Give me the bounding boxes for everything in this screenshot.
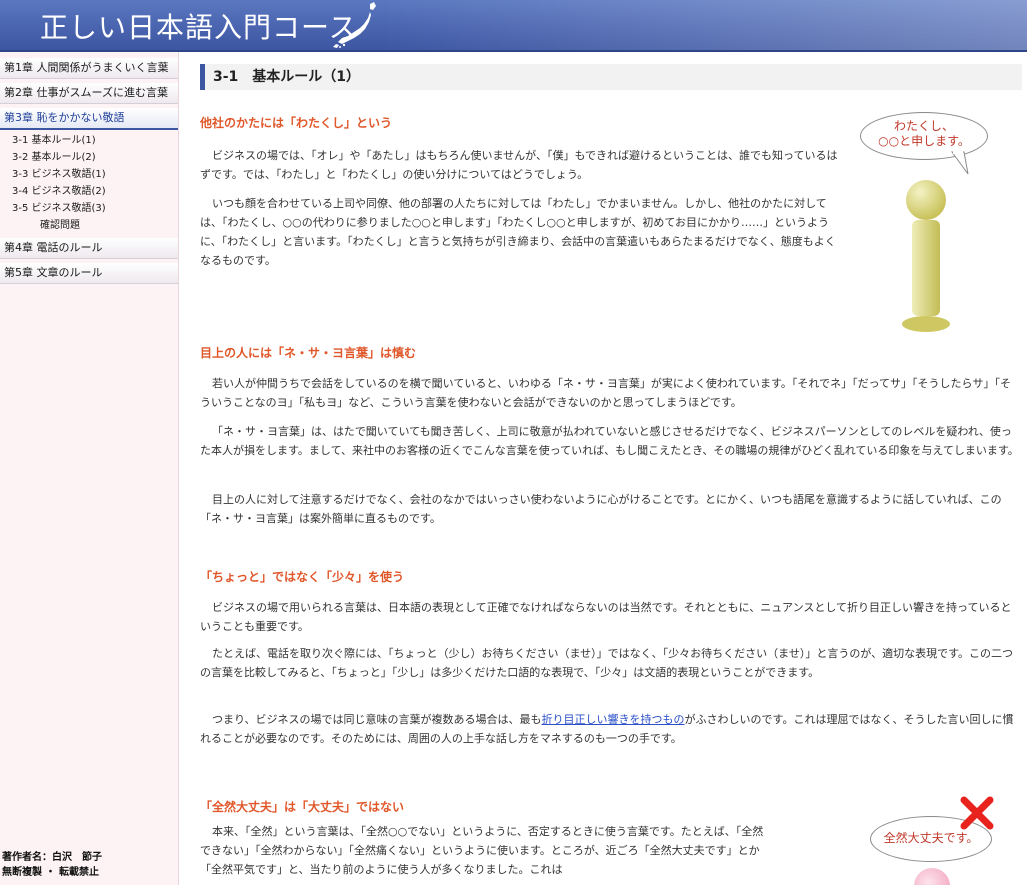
sidebar-chapter-3[interactable]: 第3章 恥をかかない敬語 [0, 108, 178, 130]
bubble1-tail-icon [951, 150, 969, 175]
section3-paragraph-1: ビジネスの場で用いられる言葉は、日本語の表現として正確でなければならないのは当然… [200, 601, 1012, 633]
page-header: 正しい日本語入門コース [0, 0, 1027, 52]
sidebar-item-3-5[interactable]: 3-5 ビジネス敬語(3) [0, 200, 178, 217]
sidebar-chapter-1[interactable]: 第1章 人間関係がうまくいく言葉 [0, 58, 178, 79]
polite-expression-link[interactable]: 折り目正しい響きを持つもの [542, 713, 685, 726]
section-heading-4: 「全然大丈夫」は「大丈夫」ではない [200, 800, 405, 814]
section-heading-2: 目上の人には「ネ・サ・ヨ言葉」は慎む [200, 346, 417, 360]
bubble1-line1: わたくし、 [893, 119, 954, 133]
section-heading-1: 他社のかたには「わたくし」という [200, 116, 393, 130]
section3-paragraph-3: つまり、ビジネスの場では同じ意味の言葉が複数ある場合は、最も折り目正しい響きを持… [200, 710, 1022, 748]
section1-paragraph-1: ビジネスの場では、「オレ」や「あたし」はもちろん使いませんが、「僕」もできれば避… [200, 149, 838, 181]
bubble1-line2: ○○と申します。 [878, 134, 970, 148]
cross-mark-icon [960, 796, 994, 830]
copyright-notice: 無断複製 ・ 転載禁止 [2, 867, 99, 878]
sidebar-item-quiz[interactable]: 確認問題 [0, 217, 178, 234]
section2-paragraph-1: 若い人が仲間うちで会話をしているのを横で聞いていると、いわゆる「ネ・サ・ヨ言葉」… [200, 377, 1012, 409]
sidebar-item-3-1[interactable]: 3-1 基本ルール(1) [0, 132, 178, 149]
section-heading-3: 「ちょっと」ではなく「少々」を使う [200, 570, 405, 584]
header-gradient [380, 0, 1027, 50]
sidebar-chapter-2[interactable]: 第2章 仕事がスムーズに進む言葉 [0, 83, 178, 104]
main-content: 3-1 基本ルール（1） [200, 64, 1022, 90]
japan-map-icon [333, 2, 376, 48]
section4-paragraph-1: 本来、「全然」という言葉は、「全然○○でない」というように、否定するときに使う言… [200, 825, 764, 876]
page-title: 3-1 基本ルール（1） [200, 64, 1022, 90]
section3-paragraph-2: たとえば、電話を取り次ぐ際には、「ちょっと（少し）お待ちください（ませ）」ではな… [200, 647, 1014, 679]
person-head-icon [914, 868, 950, 885]
sidebar-item-3-4[interactable]: 3-4 ビジネス敬語(2) [0, 183, 178, 200]
sidebar-item-3-3[interactable]: 3-3 ビジネス敬語(1) [0, 166, 178, 183]
sidebar-chapter-4[interactable]: 第4章 電話のルール [0, 238, 178, 259]
section2-paragraph-2: 「ネ・サ・ヨ言葉」は、はたで聞いていても聞き苦しく、上司に敬意が払われていないと… [200, 425, 1019, 457]
bubble2-text: 全然大丈夫です。 [883, 831, 979, 845]
section1-paragraph-2: いつも顔を合わせている上司や同僚、他の部署の人たちに対しては「わたし」でかまいま… [200, 197, 836, 267]
author-credit: 著作者名：白沢 節子 無断複製 ・ 転載禁止 [2, 850, 102, 880]
sidebar-nav: 第1章 人間関係がうまくいく言葉 第2章 仕事がスムーズに進む言葉 第3章 恥を… [0, 52, 179, 885]
site-title: 正しい日本語入門コース [40, 11, 358, 44]
person-figure-icon [902, 180, 950, 332]
sidebar-item-3-2[interactable]: 3-2 基本ルール(2) [0, 149, 178, 166]
section2-paragraph-3: 目上の人に対して注意するだけでなく、会社のなかではいっさい使わないように心がける… [200, 493, 1002, 525]
sidebar-chapter-5[interactable]: 第5章 文章のルール [0, 263, 178, 284]
sidebar-subitems: 3-1 基本ルール(1) 3-2 基本ルール(2) 3-3 ビジネス敬語(1) … [0, 130, 178, 238]
section3-p3-before: つまり、ビジネスの場では同じ意味の言葉が複数ある場合は、最も [212, 713, 542, 726]
author-name: 著作者名：白沢 節子 [2, 852, 102, 863]
